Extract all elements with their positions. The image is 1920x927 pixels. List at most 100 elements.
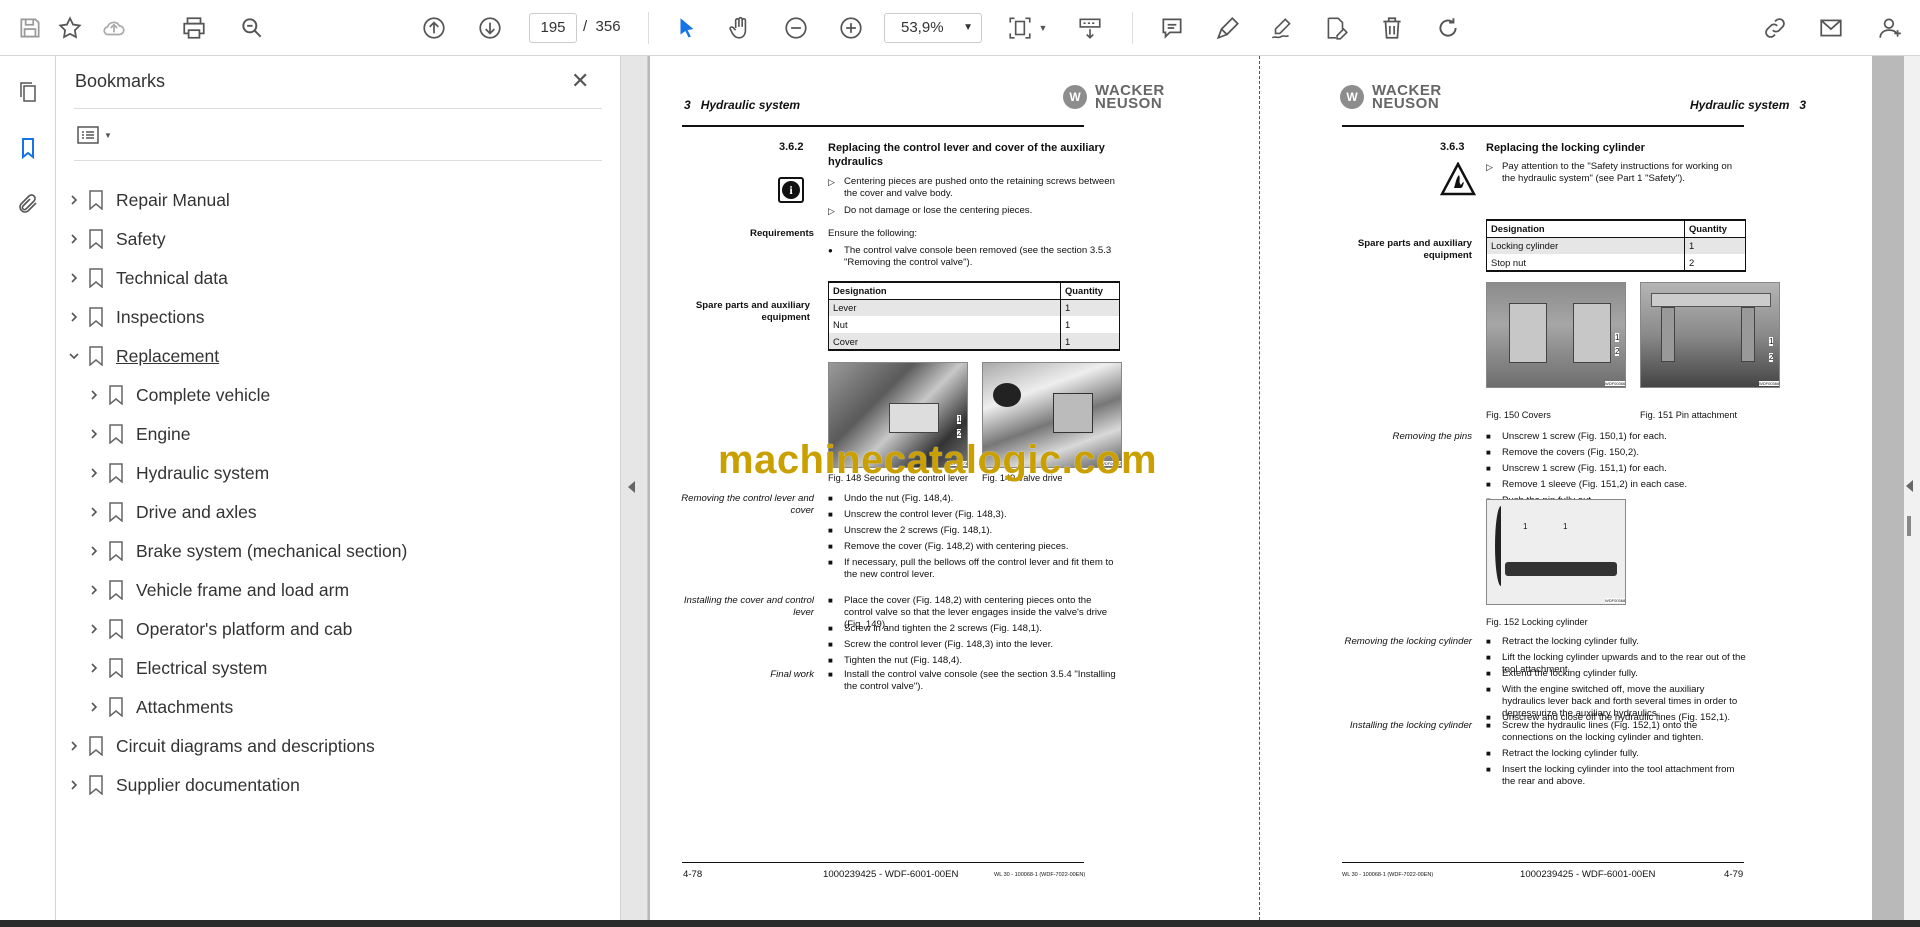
spare-parts-table: Designation Quantity Lever 1 Nut 1 Cover 1 — [828, 281, 1120, 351]
bookmark-item[interactable]: Supplier documentation — [64, 770, 300, 800]
page-number-input[interactable]: 195 — [529, 13, 577, 43]
bookmark-item[interactable]: Safety — [64, 224, 166, 254]
bookmark-item[interactable]: Hydraulic system — [84, 458, 269, 488]
fill-sign-icon[interactable] — [1318, 10, 1354, 46]
bookmark-options-button[interactable]: ▼ — [76, 122, 120, 148]
bookmark-label: Drive and axles — [136, 501, 257, 522]
step-item: Retract the locking cylinder fully. — [1486, 748, 1746, 760]
chevron-right-icon[interactable] — [84, 623, 104, 635]
bookmark-item[interactable]: Engine — [84, 419, 191, 449]
chevron-down-icon[interactable] — [64, 350, 84, 362]
chevron-right-icon[interactable] — [84, 662, 104, 674]
save-icon[interactable] — [12, 10, 48, 46]
bookmark-item[interactable]: Inspections — [64, 302, 205, 332]
procedure-label: Final work — [770, 669, 814, 680]
scrollbar-thumb[interactable] — [1907, 516, 1911, 536]
print-icon[interactable] — [176, 10, 212, 46]
chevron-right-icon[interactable] — [64, 194, 84, 206]
page-down-icon[interactable] — [472, 10, 508, 46]
zoom-out-icon[interactable] — [778, 10, 814, 46]
divider — [74, 108, 602, 109]
bookmark-item[interactable]: Electrical system — [84, 653, 267, 683]
footer-doc-number: 1000239425 - WDF-6001-00EN — [823, 869, 959, 880]
procedure-label: Removing the control lever and cover — [681, 493, 814, 516]
photo-detail — [1651, 293, 1771, 307]
chevron-right-icon[interactable] — [84, 506, 104, 518]
expand-right-panel-icon[interactable] — [1906, 480, 1913, 492]
page-fit-icon[interactable] — [1002, 10, 1038, 46]
table-header: Designation — [828, 281, 1061, 300]
callout-2: 2 — [957, 429, 962, 438]
cloud-upload-icon[interactable] — [96, 10, 132, 46]
chevron-right-icon[interactable] — [84, 584, 104, 596]
highlight-icon[interactable] — [1210, 10, 1246, 46]
bookmark-item[interactable]: Technical data — [64, 263, 228, 293]
close-icon[interactable]: ✕ — [571, 68, 589, 94]
bookmark-item[interactable]: Attachments — [84, 692, 233, 722]
bookmark-item[interactable]: Repair Manual — [64, 185, 230, 215]
table-cell: 1 — [1060, 299, 1120, 316]
bookmark-flag-icon — [88, 190, 104, 210]
callout-1: 1 — [1563, 522, 1568, 531]
rotate-icon[interactable] — [1430, 10, 1466, 46]
bookmark-item[interactable]: Brake system (mechanical section) — [84, 536, 407, 566]
procedure-label: Installing the locking cylinder — [1349, 720, 1472, 731]
watermark-text: machinecatalogic.com — [718, 438, 1158, 482]
requirements-label: Requirements — [750, 228, 814, 239]
pages-icon[interactable] — [12, 76, 44, 108]
zoom-in-icon[interactable] — [833, 10, 869, 46]
bookmark-item[interactable]: Complete vehicle — [84, 380, 270, 410]
chevron-right-icon[interactable] — [84, 389, 104, 401]
bookmark-label: Replacement — [116, 345, 220, 366]
star-icon[interactable] — [52, 10, 88, 46]
sign-icon[interactable] — [1264, 10, 1300, 46]
hand-icon[interactable] — [722, 10, 758, 46]
note-item: Centering pieces are pushed onto the ret… — [828, 176, 1118, 200]
chevron-right-icon[interactable] — [84, 545, 104, 557]
bookmark-label: Circuit diagrams and descriptions — [116, 735, 375, 756]
bookmark-item[interactable]: Circuit diagrams and descriptions — [64, 731, 375, 761]
chevron-down-icon[interactable]: ▼ — [1036, 10, 1050, 46]
select-cursor-icon[interactable] — [669, 10, 705, 46]
share-link-icon[interactable] — [1757, 10, 1793, 46]
step-item: Unscrew 1 screw (Fig. 150,1) for each. — [1486, 431, 1746, 443]
comment-icon[interactable] — [1154, 10, 1190, 46]
scroll-mode-icon[interactable] — [1072, 10, 1108, 46]
zoom-search-icon[interactable] — [234, 10, 270, 46]
chevron-right-icon[interactable] — [64, 779, 84, 791]
collapse-left-icon[interactable] — [628, 481, 635, 493]
chevron-right-icon[interactable] — [64, 233, 84, 245]
bookmark-item[interactable]: Vehicle frame and load arm — [84, 575, 349, 605]
toolbar-divider — [648, 12, 649, 44]
figure-caption: Fig. 152 Locking cylinder — [1486, 617, 1588, 627]
bookmark-item[interactable]: Drive and axles — [84, 497, 257, 527]
bookmark-flag-icon — [88, 307, 104, 327]
chevron-right-icon[interactable] — [64, 740, 84, 752]
spares-label: Spare parts and auxiliary equipment — [695, 300, 810, 323]
bookmark-item[interactable]: Replacement — [64, 341, 219, 371]
bookmark-icon[interactable] — [12, 132, 44, 164]
chevron-right-icon[interactable] — [64, 311, 84, 323]
bookmark-label: Hydraulic system — [136, 462, 270, 483]
attachment-icon[interactable] — [12, 188, 44, 220]
table-cell: Stop nut — [1486, 254, 1685, 272]
bookmark-label: Supplier documentation — [116, 774, 300, 795]
figure-code: WDF00368 — [1605, 598, 1626, 603]
chevron-right-icon[interactable] — [84, 701, 104, 713]
chevron-right-icon[interactable] — [64, 272, 84, 284]
zoom-select[interactable]: 53,9% ▼ — [884, 13, 982, 43]
step-item: Insert the locking cylinder into the too… — [1486, 764, 1746, 788]
page-up-icon[interactable] — [416, 10, 452, 46]
bookmark-item[interactable]: Operator's platform and cab — [84, 614, 352, 644]
chevron-right-icon[interactable] — [84, 428, 104, 440]
bookmark-label: Safety — [116, 228, 166, 249]
section-number: 3.6.3 — [1440, 141, 1465, 153]
delete-icon[interactable] — [1374, 10, 1410, 46]
panel-splitter[interactable] — [621, 56, 648, 920]
page-header-title: Hydraulic system 3 — [1690, 98, 1806, 112]
user-icon[interactable] — [1872, 10, 1908, 46]
table-header: Designation — [1486, 219, 1685, 238]
chevron-right-icon[interactable] — [84, 467, 104, 479]
email-icon[interactable] — [1813, 10, 1849, 46]
page-header-title: 3 Hydraulic system — [684, 98, 800, 112]
